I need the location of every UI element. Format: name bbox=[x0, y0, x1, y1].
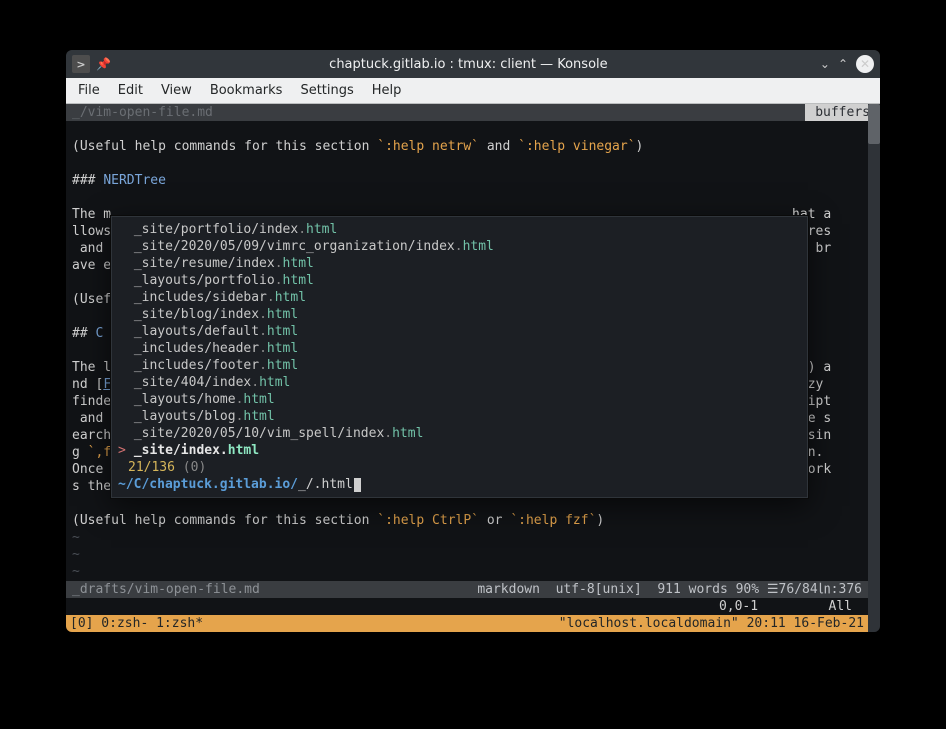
fzf-cwd: ~/C/chaptuck.gitlab.io/ bbox=[118, 476, 298, 493]
gutter-bar bbox=[118, 425, 126, 442]
titlebar[interactable]: > 📌 chaptuck.gitlab.io : tmux: client — … bbox=[66, 50, 880, 78]
file-ext: html bbox=[243, 409, 274, 424]
gutter-bar bbox=[118, 306, 126, 323]
file-ext: html bbox=[243, 392, 274, 407]
terminal-icon: > bbox=[72, 55, 90, 73]
fzf-result-row[interactable]: _layouts/blog.html bbox=[118, 408, 801, 425]
fzf-result-row[interactable]: _includes/header.html bbox=[118, 340, 801, 357]
menu-view[interactable]: View bbox=[161, 83, 192, 98]
file-ext: html bbox=[283, 256, 314, 271]
menu-settings[interactable]: Settings bbox=[300, 83, 353, 98]
pin-icon[interactable]: 📌 bbox=[96, 57, 111, 71]
gutter-bar bbox=[118, 221, 126, 238]
gutter-bar bbox=[118, 408, 126, 425]
gutter-bar bbox=[118, 374, 126, 391]
menu-edit[interactable]: Edit bbox=[118, 83, 143, 98]
gutter-bar bbox=[118, 340, 126, 357]
fzf-counter: 21/136 (0) bbox=[118, 459, 801, 476]
fzf-popup[interactable]: _site/portfolio/index.html _site/2020/05… bbox=[111, 216, 808, 498]
file-path: _layouts/blog bbox=[134, 409, 236, 424]
fzf-result-row[interactable]: _layouts/home.html bbox=[118, 391, 801, 408]
tmux-left[interactable]: [0] 0:zsh- 1:zsh* bbox=[70, 615, 203, 632]
file-ext: html bbox=[275, 290, 306, 305]
gutter-bar bbox=[118, 238, 126, 255]
file-ext: html bbox=[267, 358, 298, 373]
file-path: _includes/sidebar bbox=[134, 290, 267, 305]
fzf-result-row[interactable]: _layouts/default.html bbox=[118, 323, 801, 340]
vim-statusline: _drafts/vim-open-file.md markdown utf-8[… bbox=[66, 581, 868, 598]
close-icon[interactable]: ✕ bbox=[856, 55, 874, 73]
tmux-statusline[interactable]: [0] 0:zsh- 1:zsh* "localhost.localdomain… bbox=[66, 615, 868, 632]
window-title: chaptuck.gitlab.io : tmux: client — Kons… bbox=[117, 57, 820, 72]
statusline-info: markdown utf-8[unix] 911 words 90% ☰76/8… bbox=[477, 581, 862, 598]
gutter-bar bbox=[118, 289, 126, 306]
fzf-result-row[interactable]: _site/2020/05/09/vimrc_organization/inde… bbox=[118, 238, 801, 255]
file-ext: html bbox=[228, 443, 259, 458]
file-path: _site/resume/index bbox=[134, 256, 275, 271]
scrollbar[interactable] bbox=[868, 104, 880, 632]
fzf-result-row[interactable]: _site/blog/index.html bbox=[118, 306, 801, 323]
file-ext: html bbox=[267, 307, 298, 322]
file-path: _layouts/home bbox=[134, 392, 236, 407]
fzf-result-row[interactable]: _site/2020/05/10/vim_spell/index.html bbox=[118, 425, 801, 442]
file-ext: html bbox=[267, 324, 298, 339]
vim-ruler: 0,0-1 All bbox=[66, 598, 868, 615]
maximize-icon[interactable]: ⌃ bbox=[838, 57, 848, 71]
pointer-icon: > bbox=[118, 442, 126, 459]
file-ext: html bbox=[392, 426, 423, 441]
file-path: _layouts/default bbox=[134, 324, 259, 339]
file-ext: html bbox=[259, 375, 290, 390]
statusline-file: _drafts/vim-open-file.md bbox=[72, 581, 477, 598]
fzf-result-row[interactable]: _includes/sidebar.html bbox=[118, 289, 801, 306]
file-path: _site/2020/05/10/vim_spell/index bbox=[134, 426, 384, 441]
file-ext: html bbox=[306, 222, 337, 237]
menu-help[interactable]: Help bbox=[372, 83, 402, 98]
file-path: _layouts/portfolio bbox=[134, 273, 275, 288]
window-buttons: ⌄ ⌃ ✕ bbox=[820, 55, 874, 73]
file-path: _includes/footer bbox=[134, 358, 259, 373]
scrollbar-thumb[interactable] bbox=[868, 104, 880, 144]
file-path: _site/index bbox=[134, 443, 220, 458]
fzf-prompt[interactable]: ~/C/chaptuck.gitlab.io/_/.html bbox=[118, 476, 801, 493]
fzf-result-row[interactable]: _site/portfolio/index.html bbox=[118, 221, 801, 238]
gutter-bar bbox=[118, 272, 126, 289]
gutter-bar bbox=[118, 357, 126, 374]
fzf-result-row[interactable]: _site/404/index.html bbox=[118, 374, 801, 391]
minimize-icon[interactable]: ⌄ bbox=[820, 57, 830, 71]
terminal-area[interactable]: _/vim-open-file.md buffers (Useful help … bbox=[66, 104, 880, 632]
menubar: File Edit View Bookmarks Settings Help bbox=[66, 78, 880, 104]
file-path: _site/2020/05/09/vimrc_organization/inde… bbox=[134, 239, 455, 254]
fzf-query[interactable]: _/.html bbox=[298, 476, 353, 493]
gutter-bar bbox=[118, 255, 126, 272]
file-path: _site/portfolio/index bbox=[134, 222, 298, 237]
gutter-bar bbox=[118, 391, 126, 408]
fzf-result-row[interactable]: _layouts/portfolio.html bbox=[118, 272, 801, 289]
tmux-right: "localhost.localdomain" 20:11 16-Feb-21 bbox=[559, 615, 864, 632]
fzf-result-row[interactable]: _includes/footer.html bbox=[118, 357, 801, 374]
cursor-icon bbox=[354, 478, 361, 492]
fzf-result-row[interactable]: >_site/index.html bbox=[118, 442, 801, 459]
tabline-file: _/vim-open-file.md bbox=[72, 104, 213, 121]
file-path: _includes/header bbox=[134, 341, 259, 356]
file-ext: html bbox=[283, 273, 314, 288]
menu-file[interactable]: File bbox=[78, 83, 100, 98]
file-ext: html bbox=[267, 341, 298, 356]
konsole-window: > 📌 chaptuck.gitlab.io : tmux: client — … bbox=[66, 50, 880, 632]
gutter-bar bbox=[118, 323, 126, 340]
menu-bookmarks[interactable]: Bookmarks bbox=[210, 83, 283, 98]
file-ext: html bbox=[463, 239, 494, 254]
fzf-result-row[interactable]: _site/resume/index.html bbox=[118, 255, 801, 272]
file-path: _site/404/index bbox=[134, 375, 251, 390]
vim-tabline: _/vim-open-file.md buffers bbox=[66, 104, 880, 121]
file-path: _site/blog/index bbox=[134, 307, 259, 322]
